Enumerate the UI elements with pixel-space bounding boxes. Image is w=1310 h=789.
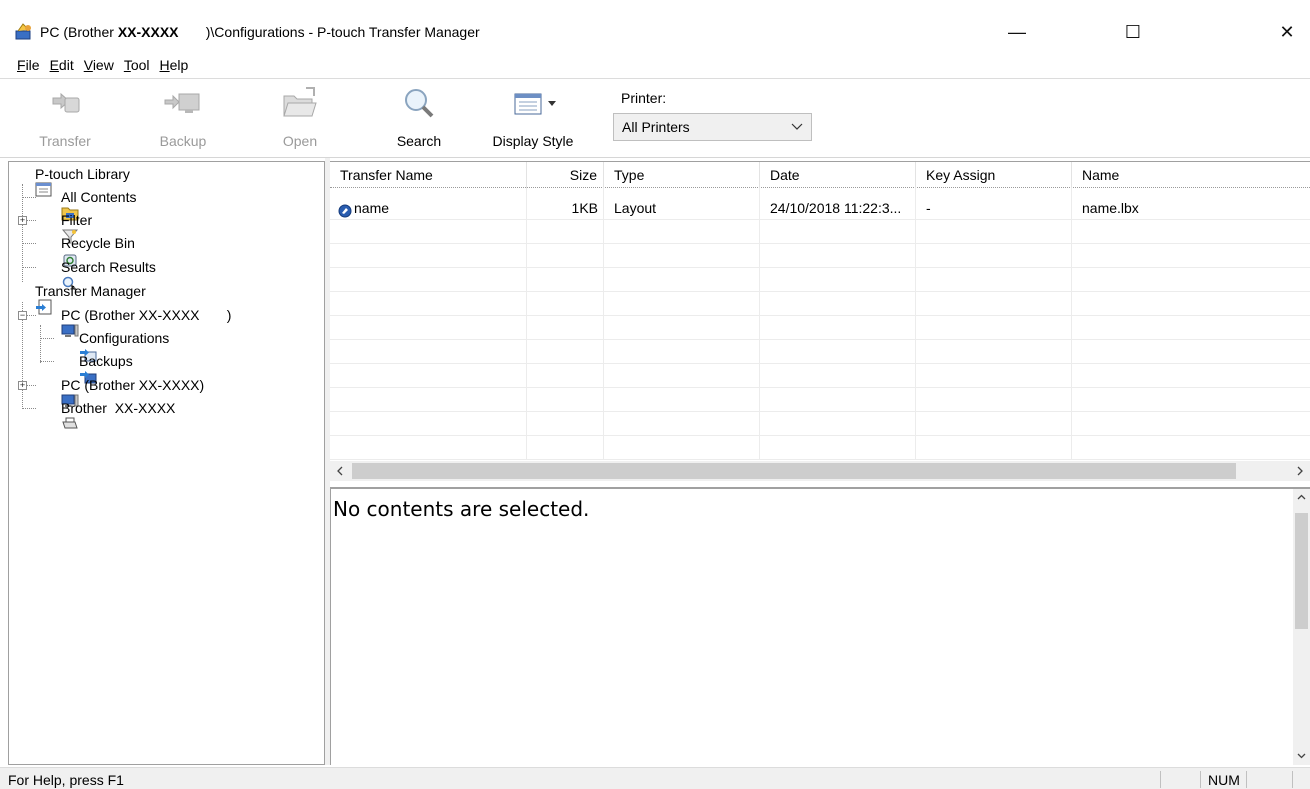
status-bar: For Help, press F1 NUM (0, 767, 1310, 789)
search-results-icon (38, 259, 78, 291)
tree-item-backups[interactable]: Backups (56, 350, 133, 384)
tree-item-ptouch-library[interactable]: P-touch Library (12, 163, 130, 197)
printer-select[interactable]: All Printers (613, 113, 812, 141)
horizontal-scroll-thumb[interactable] (352, 463, 1236, 479)
tree-item-transfer-manager[interactable]: Transfer Manager (12, 280, 146, 315)
title-bar: PC (Brother XX-XXXX )\Configurations - P… (0, 0, 1310, 52)
menu-tool[interactable]: Tool (119, 54, 155, 76)
window-title: PC (Brother XX-XXXX )\Configurations - P… (40, 24, 480, 40)
preview-message: No contents are selected. (333, 497, 590, 521)
pc2-expander[interactable]: + (18, 381, 27, 390)
tree-item-configurations[interactable]: Configurations (56, 327, 170, 362)
recycle-bin-icon (38, 235, 77, 267)
cell-type: Layout (614, 200, 657, 216)
tree-item-brother-printer[interactable]: Brother XX-XXXX (38, 397, 175, 429)
library-icon (12, 166, 52, 197)
menu-view[interactable]: View (79, 54, 119, 76)
scroll-left-icon[interactable] (330, 461, 350, 481)
menu-file[interactable]: File (12, 54, 45, 76)
vertical-scroll-thumb[interactable] (1295, 513, 1308, 629)
column-header-transfer-name[interactable]: Transfer Name (330, 162, 527, 188)
menu-edit[interactable]: Edit (45, 54, 79, 76)
column-header-size[interactable]: Size (527, 162, 604, 188)
open-folder-icon (280, 83, 320, 123)
column-header-key-assign[interactable]: Key Assign (916, 162, 1072, 188)
cell-name: name.lbx (1082, 200, 1139, 216)
table-row[interactable]: name 1KB Layout 24/10/2018 11:22:3... - … (330, 196, 1310, 220)
tree-item-pc2[interactable]: PC (Brother XX-XXXX) (38, 374, 204, 407)
cell-key-assign: - (926, 200, 931, 216)
tree-item-search-results[interactable]: Search Results (38, 256, 156, 291)
preview-pane: No contents are selected. (330, 487, 1310, 765)
transfer-icon (45, 83, 85, 123)
display-style-button[interactable]: Display Style (488, 83, 578, 155)
status-num-lock: NUM (1208, 772, 1240, 788)
table-header: Transfer Name Size Type Date Key Assign … (330, 162, 1310, 188)
scroll-down-icon[interactable] (1293, 747, 1310, 764)
tree-item-filter[interactable]: Filter (38, 209, 92, 244)
vertical-scrollbar[interactable] (1293, 489, 1310, 765)
column-header-type[interactable]: Type (604, 162, 760, 188)
maximize-button[interactable]: ☐ (1110, 14, 1156, 50)
chevron-down-icon (791, 114, 803, 149)
folder-tree: + − + P-touch Library All Contents Filte… (8, 161, 325, 765)
printer-icon (38, 400, 79, 429)
transfer-button[interactable]: Transfer (38, 83, 92, 155)
printer-select-value: All Printers (622, 119, 690, 135)
computer-icon (38, 307, 79, 337)
search-button[interactable]: Search (394, 83, 444, 155)
scroll-right-icon[interactable] (1290, 461, 1310, 481)
tree-item-recycle-bin[interactable]: Recycle Bin (38, 232, 135, 267)
horizontal-scrollbar[interactable] (330, 461, 1310, 481)
tree-item-all-contents[interactable]: All Contents (38, 186, 136, 221)
menu-bar: File Edit View Tool Help (0, 54, 1310, 76)
close-button[interactable]: ✕ (1264, 14, 1310, 50)
computer-icon (38, 377, 79, 407)
layout-file-icon (338, 201, 352, 218)
open-button[interactable]: Open (276, 83, 324, 155)
display-style-icon (498, 83, 568, 123)
cell-size: 1KB (571, 200, 598, 216)
backups-icon (56, 353, 97, 384)
column-header-date[interactable]: Date (760, 162, 916, 188)
column-header-name[interactable]: Name (1072, 162, 1310, 188)
configurations-icon (56, 330, 97, 362)
search-icon (399, 83, 439, 123)
filter-icon (38, 212, 79, 244)
filter-expander[interactable]: + (18, 216, 27, 225)
printer-label: Printer: (621, 90, 667, 106)
transfer-manager-icon (12, 283, 52, 315)
cell-transfer-name: name (338, 196, 523, 220)
all-contents-icon (38, 189, 79, 221)
cell-date: 24/10/2018 11:22:3... (770, 200, 902, 216)
minimize-button[interactable]: — (994, 14, 1040, 50)
file-list-table: Transfer Name Size Type Date Key Assign … (330, 161, 1310, 482)
tree-item-pc1[interactable]: PC (Brother XX-XXXX ) (38, 304, 231, 337)
scroll-up-icon[interactable] (1293, 489, 1310, 506)
status-help-text: For Help, press F1 (8, 772, 124, 788)
backup-icon (163, 83, 203, 123)
app-icon (14, 22, 34, 42)
backup-button[interactable]: Backup (156, 83, 210, 155)
menu-help[interactable]: Help (155, 54, 194, 76)
